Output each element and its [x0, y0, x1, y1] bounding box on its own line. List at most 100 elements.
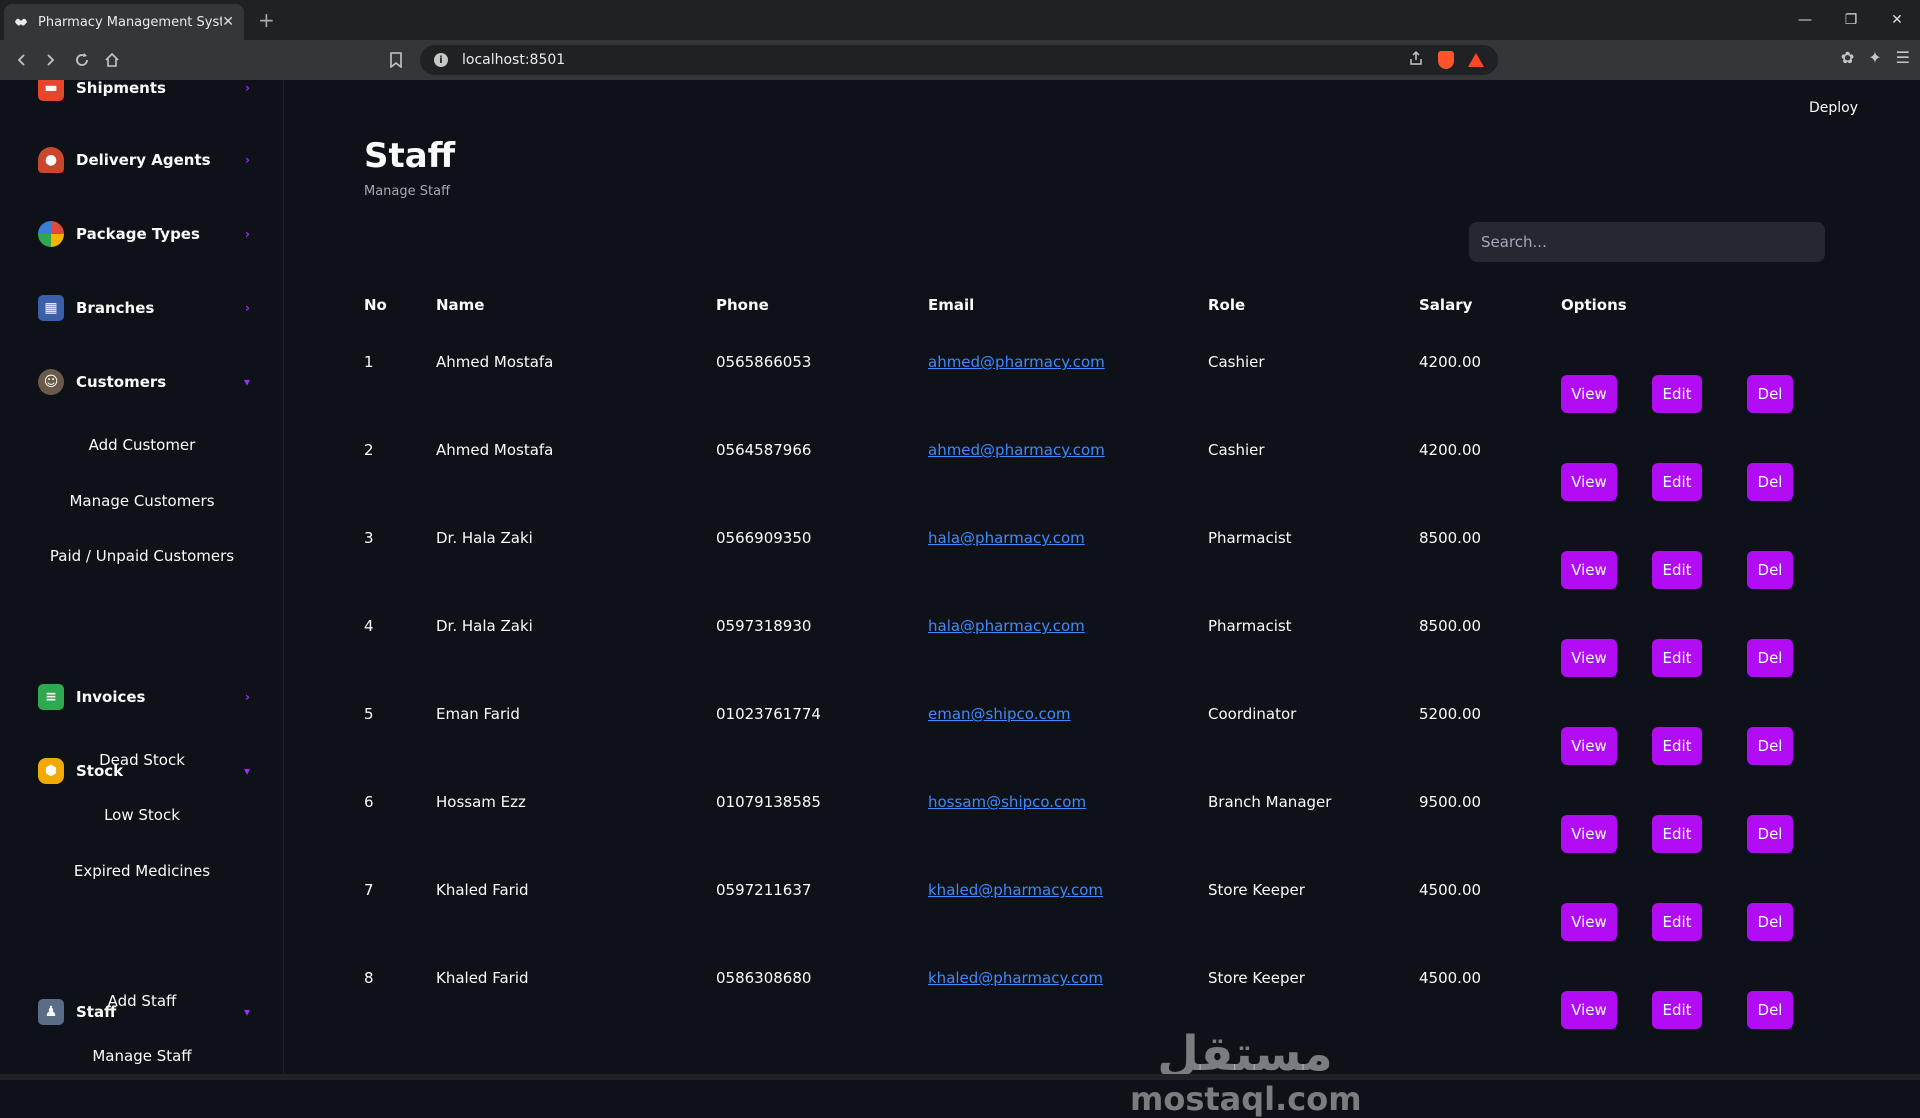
cell-email[interactable]: hossam@shipco.com: [928, 793, 1086, 811]
view-button[interactable]: View: [1561, 903, 1617, 941]
view-button[interactable]: View: [1561, 815, 1617, 853]
chevron-right-icon: ›: [245, 153, 250, 167]
browser-tab[interactable]: Pharmacy Management System ✕: [4, 4, 244, 40]
cell-email[interactable]: eman@shipco.com: [928, 705, 1071, 723]
agent-icon: ●: [38, 147, 64, 173]
sidebar-sub-expired-medicines[interactable]: Expired Medicines: [0, 862, 283, 880]
cell-role: Pharmacist: [1208, 529, 1292, 547]
cell-salary: 4200.00: [1419, 353, 1482, 371]
package-icon: [38, 221, 64, 247]
share-icon[interactable]: [1408, 50, 1424, 70]
view-button[interactable]: View: [1561, 375, 1617, 413]
cell-email[interactable]: ahmed@pharmacy.com: [928, 441, 1105, 459]
reload-icon[interactable]: [70, 48, 94, 72]
bookmark-icon[interactable]: [384, 48, 408, 72]
cell-name: Khaled Farid: [436, 881, 529, 899]
cell-salary: 4500.00: [1419, 881, 1482, 899]
cell-phone: 0566909350: [716, 529, 812, 547]
del-button[interactable]: Del: [1747, 815, 1793, 853]
sidebar-sub-manage-staff[interactable]: Manage Staff: [0, 1047, 283, 1065]
back-icon[interactable]: [10, 48, 34, 72]
column-header-no: No: [364, 296, 387, 314]
cell-email[interactable]: khaled@pharmacy.com: [928, 881, 1103, 899]
sidebar-item-customers[interactable]: ☺ Customers ▾: [38, 366, 250, 398]
url-text: localhost:8501: [462, 52, 566, 68]
page-title: Staff: [364, 136, 456, 176]
edit-button[interactable]: Edit: [1652, 375, 1702, 413]
del-button[interactable]: Del: [1747, 727, 1793, 765]
cell-name: Eman Farid: [436, 705, 520, 723]
cell-email[interactable]: khaled@pharmacy.com: [928, 969, 1103, 987]
tab-close-icon[interactable]: ✕: [222, 14, 234, 30]
edit-button[interactable]: Edit: [1652, 991, 1702, 1029]
sidebar-sub-low-stock[interactable]: Low Stock: [0, 806, 283, 824]
cell-no: 4: [364, 617, 374, 635]
sidebar-sub-add-staff[interactable]: Add Staff: [0, 992, 283, 1010]
brave-rewards-icon[interactable]: [1468, 53, 1484, 67]
sidebar-sub-manage-customers[interactable]: Manage Customers: [0, 492, 283, 510]
del-button[interactable]: Del: [1747, 463, 1793, 501]
cell-phone: 0597318930: [716, 617, 812, 635]
cell-email[interactable]: hala@pharmacy.com: [928, 617, 1085, 635]
cell-salary: 8500.00: [1419, 529, 1482, 547]
tab-title: Pharmacy Management System: [38, 14, 223, 30]
edit-button[interactable]: Edit: [1652, 727, 1702, 765]
search-input[interactable]: [1469, 222, 1825, 262]
brave-shield-icon[interactable]: [1438, 51, 1454, 69]
del-button[interactable]: Del: [1747, 991, 1793, 1029]
column-header-role: Role: [1208, 296, 1246, 314]
cell-phone: 0586308680: [716, 969, 812, 987]
watermark-latin: mostaql.com: [1130, 1080, 1362, 1118]
view-button[interactable]: View: [1561, 551, 1617, 589]
customer-icon: ☺: [38, 369, 64, 395]
view-button[interactable]: View: [1561, 727, 1617, 765]
table-row: 3 Dr. Hala Zaki 0566909350 hala@pharmacy.co…: [285, 529, 1920, 617]
view-button[interactable]: View: [1561, 991, 1617, 1029]
cell-salary: 5200.00: [1419, 705, 1482, 723]
del-button[interactable]: Del: [1747, 375, 1793, 413]
window-close-icon[interactable]: ✕: [1874, 0, 1920, 40]
cell-no: 8: [364, 969, 374, 987]
favicon-icon: [14, 15, 28, 29]
cell-role: Pharmacist: [1208, 617, 1292, 635]
cell-name: Hossam Ezz: [436, 793, 526, 811]
chevron-right-icon: ›: [245, 81, 250, 95]
del-button[interactable]: Del: [1747, 639, 1793, 677]
site-info-icon[interactable]: i: [434, 53, 448, 67]
sidebar-item-branches[interactable]: ▦ Branches ›: [38, 292, 250, 324]
sidebar-item-package-types[interactable]: Package Types ›: [38, 218, 250, 250]
view-button[interactable]: View: [1561, 639, 1617, 677]
leo-ai-icon[interactable]: ✿: [1841, 48, 1854, 67]
menu-icon[interactable]: ☰: [1896, 48, 1910, 67]
sidebar-sub-add-customer[interactable]: Add Customer: [0, 436, 283, 454]
extensions-icon[interactable]: ✦: [1868, 48, 1881, 67]
cell-phone: 01023761774: [716, 705, 821, 723]
edit-button[interactable]: Edit: [1652, 551, 1702, 589]
del-button[interactable]: Del: [1747, 903, 1793, 941]
cell-salary: 8500.00: [1419, 617, 1482, 635]
new-tab-icon[interactable]: +: [258, 8, 275, 32]
view-button[interactable]: View: [1561, 463, 1617, 501]
forward-icon[interactable]: [38, 48, 62, 72]
del-button[interactable]: Del: [1747, 551, 1793, 589]
cell-email[interactable]: hala@pharmacy.com: [928, 529, 1085, 547]
cell-no: 1: [364, 353, 374, 371]
edit-button[interactable]: Edit: [1652, 639, 1702, 677]
address-bar[interactable]: i localhost:8501: [420, 45, 1498, 75]
sidebar-item-invoices[interactable]: ≡ Invoices ›: [38, 681, 250, 713]
sidebar-sub-dead-stock[interactable]: Dead Stock: [0, 751, 283, 769]
home-icon[interactable]: [100, 48, 124, 72]
cell-role: Branch Manager: [1208, 793, 1332, 811]
minimize-icon[interactable]: —: [1782, 0, 1828, 40]
edit-button[interactable]: Edit: [1652, 463, 1702, 501]
edit-button[interactable]: Edit: [1652, 815, 1702, 853]
edit-button[interactable]: Edit: [1652, 903, 1702, 941]
restore-icon[interactable]: ❐: [1828, 0, 1874, 40]
sidebar-sub-paid-unpaid-customers[interactable]: Paid / Unpaid Customers: [0, 547, 283, 565]
table-row: 4 Dr. Hala Zaki 0597318930 hala@pharmacy.co…: [285, 617, 1920, 705]
cell-email[interactable]: ahmed@pharmacy.com: [928, 353, 1105, 371]
invoice-icon: ≡: [38, 684, 64, 710]
sidebar-item-delivery-agents[interactable]: ● Delivery Agents ›: [38, 144, 250, 176]
sidebar-item-shipments[interactable]: ▬ Shipments ›: [38, 80, 250, 104]
deploy-button[interactable]: Deploy: [1809, 100, 1858, 116]
